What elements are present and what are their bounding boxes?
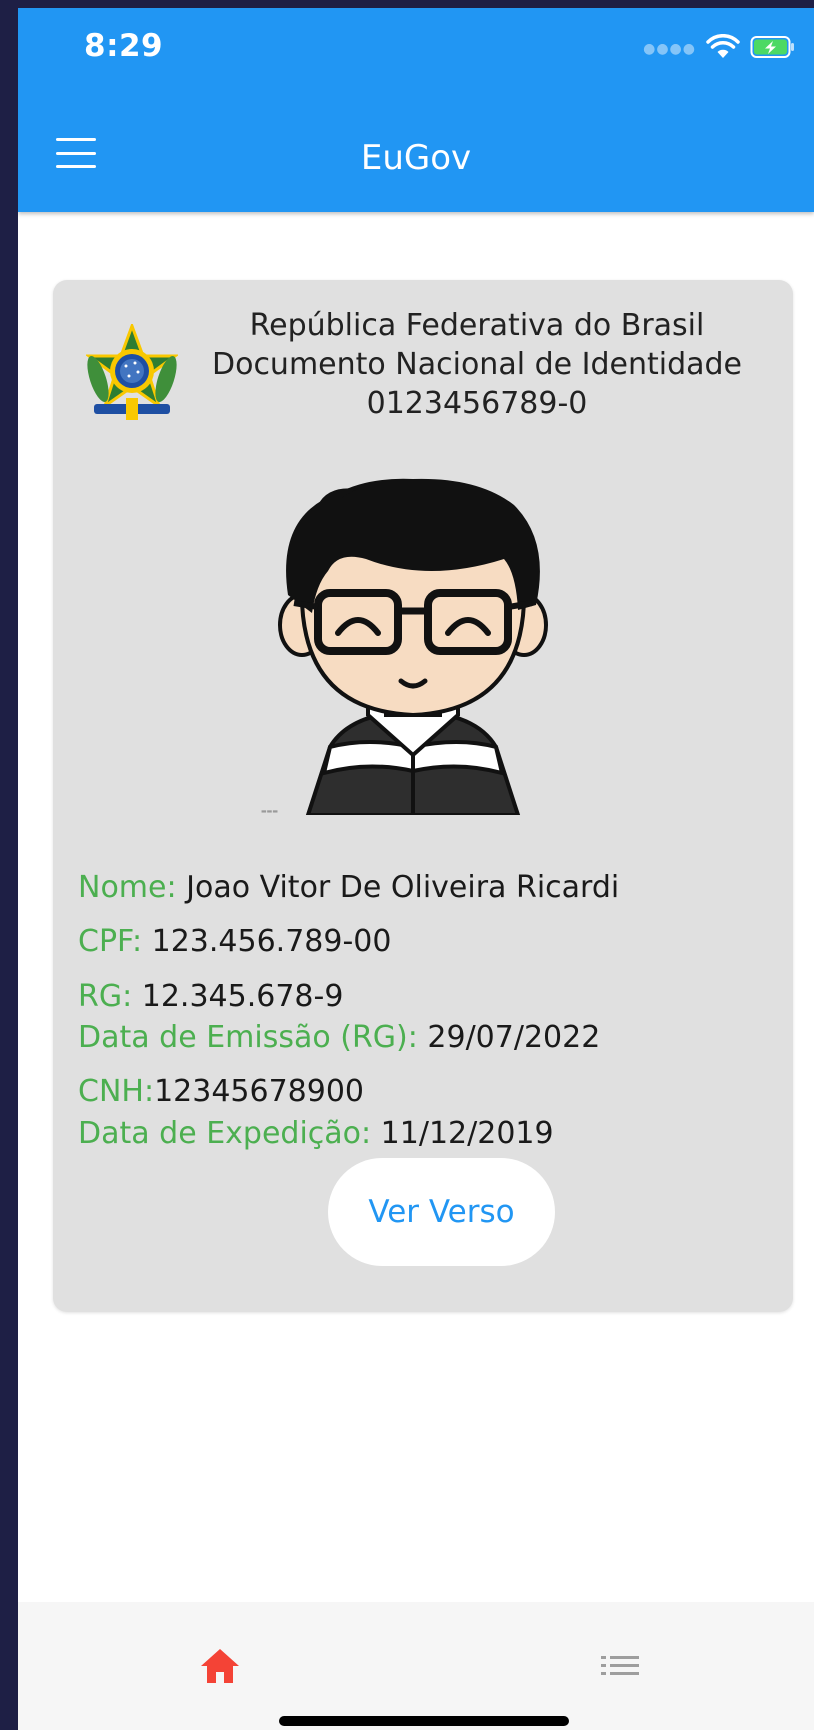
- document-number: 0123456789-0: [366, 386, 588, 421]
- bottom-tab-bar: [18, 1602, 814, 1730]
- nome-value: Joao Vitor De Oliveira Ricardi: [176, 870, 620, 905]
- tab-home[interactable]: [180, 1636, 260, 1696]
- cpf-label: CPF:: [78, 924, 143, 959]
- home-icon: [201, 1649, 239, 1683]
- field-data-expedicao: Data de Expedição: 11/12/2019: [78, 1116, 554, 1151]
- card-header: República Federativa do Brasil Documento…: [185, 306, 769, 423]
- cnh-value: 12345678900: [154, 1074, 365, 1109]
- expedicao-value: 11/12/2019: [371, 1116, 554, 1151]
- document-type: Documento Nacional de Identidade: [211, 347, 742, 382]
- app-screen: 8:29 ●●●● EuGov República Federativa do …: [18, 8, 814, 1730]
- tab-list[interactable]: [580, 1636, 660, 1696]
- field-data-emissao: Data de Emissão (RG): 29/07/2022: [78, 1020, 600, 1055]
- identity-card: República Federativa do Brasil Documento…: [53, 280, 793, 1312]
- emissao-value: 29/07/2022: [417, 1020, 601, 1055]
- field-cnh: CNH:12345678900: [78, 1074, 364, 1109]
- country-name: República Federativa do Brasil: [249, 308, 705, 343]
- cartoon-avatar-photo: [278, 478, 548, 815]
- field-rg: RG: 12.345.678-9: [78, 979, 343, 1014]
- battery-charging-icon: [750, 34, 796, 64]
- rg-value: 12.345.678-9: [132, 979, 344, 1014]
- field-cpf: CPF: 123.456.789-00: [78, 924, 391, 959]
- status-time: 8:29: [84, 28, 164, 64]
- brazil-coat-of-arms-icon: [86, 324, 178, 420]
- home-indicator: [279, 1716, 569, 1726]
- signal-dots-icon: ●●●●: [643, 41, 696, 57]
- app-header: 8:29 ●●●● EuGov: [18, 8, 814, 212]
- field-nome: Nome: Joao Vitor De Oliveira Ricardi: [78, 870, 619, 905]
- ver-verso-button[interactable]: Ver Verso: [328, 1158, 555, 1266]
- wifi-icon: [706, 34, 740, 64]
- nome-label: Nome:: [78, 870, 177, 905]
- status-icons: ●●●●: [643, 34, 796, 64]
- emissao-label: Data de Emissão (RG):: [78, 1020, 418, 1055]
- cpf-value: 123.456.789-00: [142, 924, 392, 959]
- page-title: EuGov: [360, 138, 472, 178]
- list-icon: [601, 1656, 639, 1675]
- cnh-label: CNH:: [78, 1074, 155, 1109]
- rg-label: RG:: [78, 979, 133, 1014]
- expedicao-label: Data de Expedição:: [78, 1116, 372, 1151]
